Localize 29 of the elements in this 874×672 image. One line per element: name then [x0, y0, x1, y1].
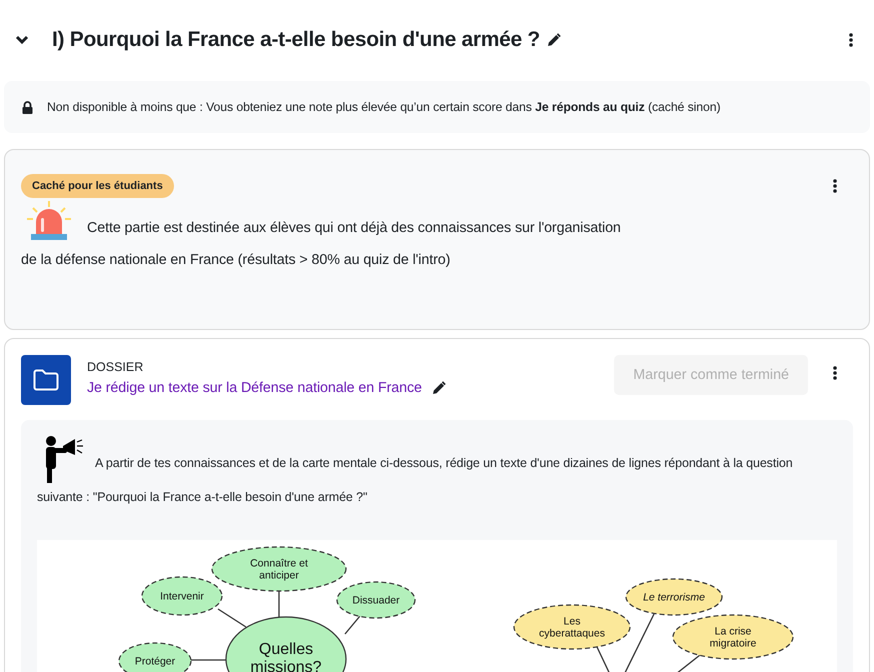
- connector-line: [278, 591, 280, 617]
- mind-map-node: Connaître et anticiper: [211, 546, 347, 592]
- mind-map-node: La crise migratoire: [672, 614, 794, 660]
- connector-line: [344, 616, 360, 634]
- folder-icon: [21, 355, 71, 405]
- availability-text: Non disponible à moins que : Vous obteniez une note plus élevée qu’un certain score dans Je réponds au quiz (caché sinon): [47, 100, 721, 114]
- more-icon: [849, 33, 853, 47]
- connector-line: [191, 659, 226, 661]
- activity-type-label: DOSSIER: [87, 360, 144, 374]
- connector-line: [218, 608, 246, 628]
- description-text: Cette partie est destinée aux élèves qui ont déjà des connaissances sur l'organisation: [87, 220, 621, 238]
- instruction-text: A partir de tes connaissances et de la carte mentale ci-dessous, rédige un texte d'une dizaines de lignes répondant à la question: [95, 456, 793, 472]
- section-title: I) Pourquoi la France a-t-elle besoin d'une armée ?: [52, 28, 540, 52]
- hidden-badge: Caché pour les étudiants: [21, 174, 174, 198]
- mind-map-node: Protéger: [118, 642, 192, 672]
- activity-link[interactable]: Je rédige un texte sur la Défense nationale en France: [87, 380, 422, 396]
- lock-icon: [22, 100, 33, 114]
- mind-map-node: Quelles missions?: [225, 616, 347, 672]
- chevron-icon: [15, 35, 29, 45]
- mind-map-node: Les cyberattaques: [513, 604, 631, 650]
- description-text: de la défense nationale en France (résultats > 80% au quiz de l'intro): [21, 252, 452, 270]
- mind-map-node: Le terrorisme: [625, 578, 723, 616]
- more-icon: [833, 179, 837, 193]
- more-icon: [833, 366, 837, 380]
- pencil-icon: [430, 380, 446, 396]
- instruction-text: suivante : "Pourquoi la France a-t-elle besoin d'une armée ?": [37, 490, 368, 504]
- mind-map-node: Intervenir: [141, 576, 223, 616]
- mind-map-node: Dissuader: [336, 581, 416, 619]
- pencil-icon: [546, 32, 561, 48]
